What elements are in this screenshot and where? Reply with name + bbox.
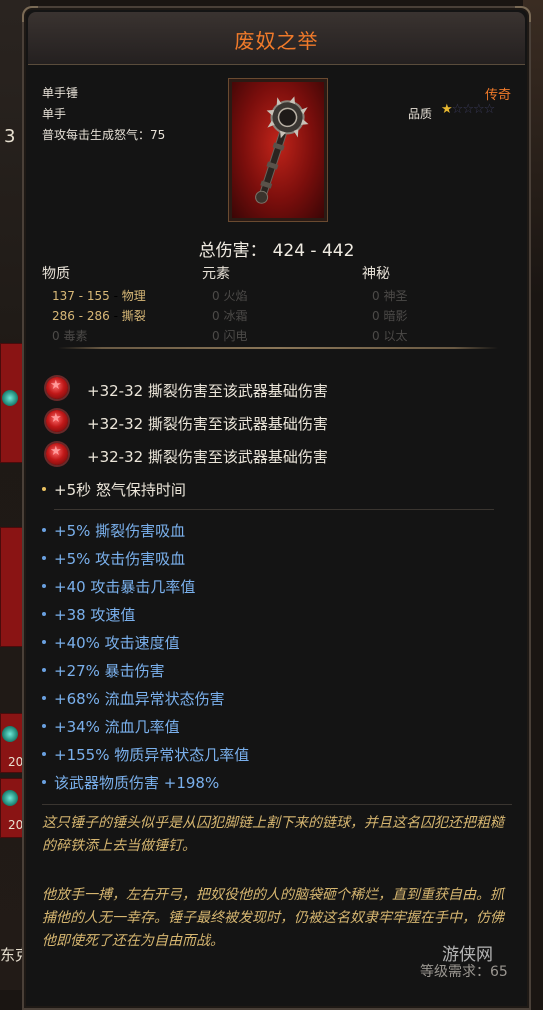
tooltip-title-bar: 废奴之举 [28, 12, 525, 65]
affix-line: +27% 暴击伤害 [54, 662, 165, 680]
affix-line: +34% 流血几率值 [54, 718, 180, 736]
affix-bullet-icon [42, 528, 46, 532]
item-name: 废奴之举 [234, 29, 319, 53]
item-tooltip: 废奴之举 单手锤 单手 普攻每击生成怒气：75 传奇 品质 ★☆☆☆☆ 总伤害：… [22, 6, 531, 1010]
section-divider [42, 804, 512, 805]
damage-cell: 0 闪电 [212, 329, 248, 343]
affix-line: +38 攻速值 [54, 606, 136, 624]
background-item-level: 20 [8, 755, 24, 769]
star-empty-icon: ☆ [472, 102, 485, 117]
lore-paragraph: 这只锤子的锤头似乎是从囚犯脚链上割下来的链球，并且这名囚犯还把粗糙的碎铁添上去当… [42, 815, 504, 854]
background-gem-icon [2, 390, 18, 406]
mace-icon [255, 96, 309, 204]
item-rarity: 传奇 [484, 88, 511, 103]
damage-cell: 0 火焰 [212, 289, 248, 303]
background-stack-count: 3 [4, 126, 16, 147]
background-gem-icon [2, 790, 18, 806]
damage-cell: 137 - 155 - 物理 [52, 289, 146, 303]
affix-bullet-icon [42, 696, 46, 700]
affix-line: +5% 撕裂伤害吸血 [54, 522, 186, 540]
damage-cell: 286 - 286 - 撕裂 [52, 309, 146, 323]
implicit-bullet-icon [42, 487, 46, 491]
affix-bullet-icon [42, 668, 46, 672]
damage-cell: 0 冰霜 [212, 309, 248, 323]
implicit-stat: +5秒 怒气保持时间 [54, 481, 186, 499]
affix-line: 该武器物质伤害 +198% [54, 774, 220, 792]
section-divider [58, 347, 498, 349]
total-damage-label: 总伤害： [198, 241, 267, 261]
star-empty-icon: ☆ [483, 102, 496, 117]
star-empty-icon: ☆ [462, 102, 474, 117]
damage-column-physical: 物质 [42, 266, 70, 282]
socket-effect: +32-32 撕裂伤害至该武器基础伤害 [87, 448, 328, 466]
star-empty-icon: ☆ [451, 102, 464, 117]
affix-line: +68% 流血异常状态伤害 [54, 690, 225, 708]
affix-line: +40 攻击暴击几率值 [54, 578, 196, 596]
damage-cell: 0 暗影 [372, 309, 408, 323]
ruby-gem-icon[interactable] [46, 377, 68, 399]
quality-stars: ★☆☆☆☆ [441, 102, 496, 117]
affix-bullet-icon [42, 724, 46, 728]
section-divider [54, 509, 494, 510]
affix-bullet-icon [42, 556, 46, 560]
affix-bullet-icon [42, 752, 46, 756]
item-hand: 单手 [42, 107, 67, 121]
affix-line: +40% 攻击速度值 [54, 634, 180, 652]
quality-label: 品质 [408, 107, 433, 121]
affix-line: +155% 物质异常状态几率值 [54, 746, 250, 764]
ruby-gem-icon[interactable] [46, 410, 68, 432]
damage-cell: 0 毒素 [52, 329, 88, 343]
affix-bullet-icon [42, 612, 46, 616]
background-gem-icon [2, 726, 18, 742]
total-damage-value: 424 - 442 [272, 241, 355, 261]
damage-cell: 0 神圣 [372, 289, 408, 303]
affix-bullet-icon [42, 640, 46, 644]
damage-cell: 0 以太 [372, 329, 408, 343]
item-rage-generation: 普攻每击生成怒气：75 [42, 128, 166, 142]
damage-column-mystic: 神秘 [362, 266, 390, 282]
damage-column-elemental: 元素 [202, 266, 230, 282]
socket-effect: +32-32 撕裂伤害至该武器基础伤害 [87, 382, 328, 400]
background-item-level: 20 [8, 818, 24, 832]
total-damage: 总伤害： 424 - 442 [24, 236, 529, 261]
item-type: 单手锤 [42, 86, 79, 100]
ruby-gem-icon[interactable] [46, 443, 68, 465]
item-image-frame [229, 79, 327, 221]
star-filled-icon: ★ [441, 102, 453, 117]
affix-bullet-icon [42, 584, 46, 588]
socket-effect: +32-32 撕裂伤害至该武器基础伤害 [87, 415, 328, 433]
site-watermark: 游侠网 [442, 945, 493, 965]
affix-bullet-icon [42, 780, 46, 784]
affix-line: +5% 攻击伤害吸血 [54, 550, 186, 568]
